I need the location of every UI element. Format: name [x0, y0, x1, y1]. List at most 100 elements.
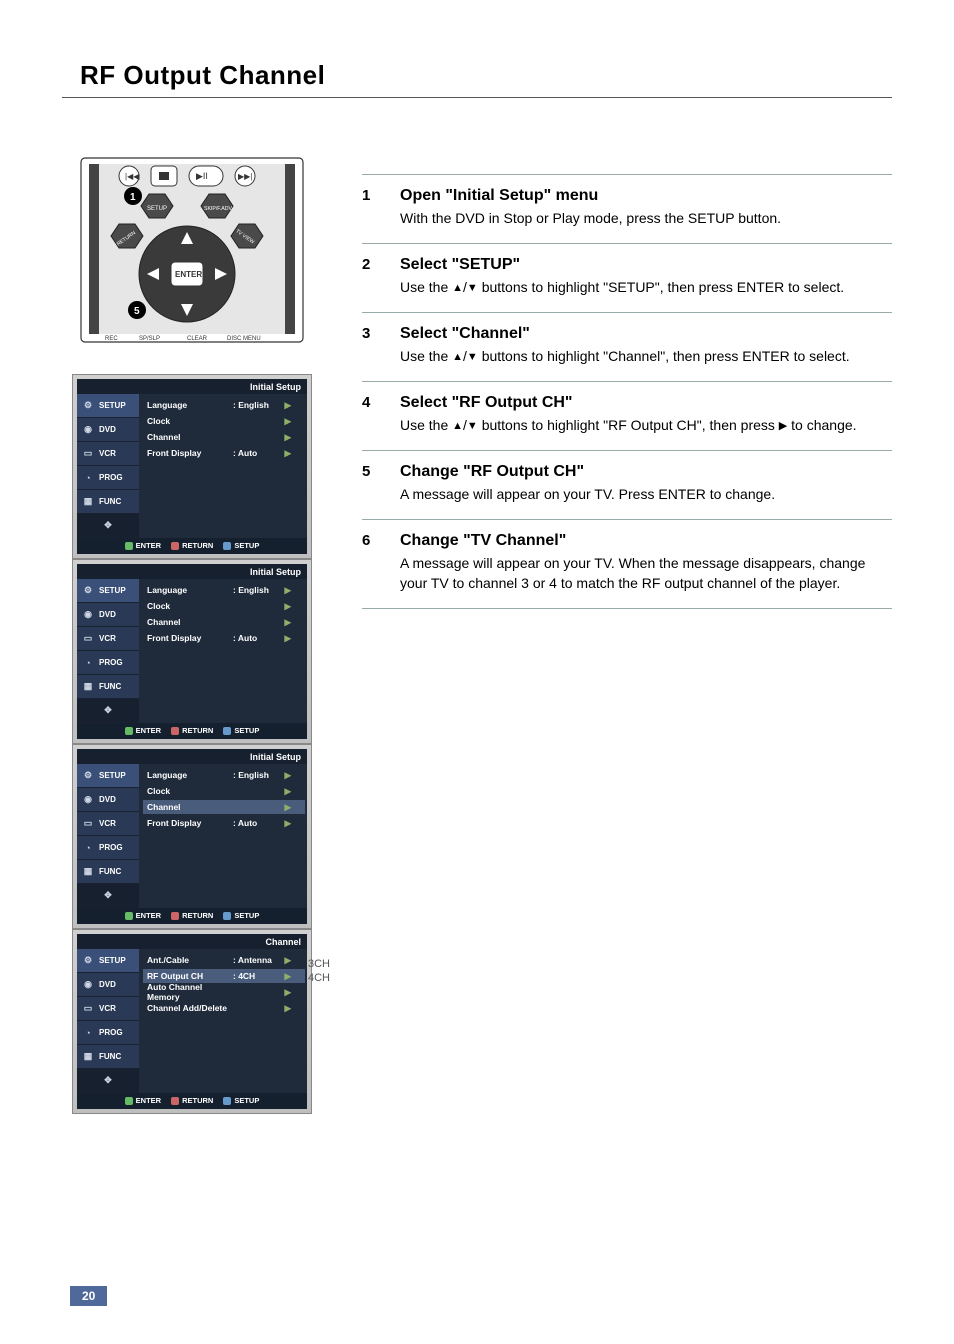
osd-tab-func: ▦FUNC — [77, 675, 139, 699]
osd-footer-return: RETURN — [171, 726, 213, 735]
step-number: 2 — [362, 254, 380, 298]
osd-row: Language: English▶ — [147, 583, 301, 597]
osd-tab-icon: ◔ — [81, 841, 95, 855]
chevron-right-icon: ▶ — [281, 585, 291, 596]
osd-tab-dvd: ◉DVD — [77, 418, 139, 442]
osd-footer-return: RETURN — [171, 911, 213, 920]
step-number: 3 — [362, 323, 380, 367]
osd-footer: ENTER RETURN SETUP — [77, 908, 307, 924]
step: 1Open "Initial Setup" menuWith the DVD i… — [362, 174, 892, 243]
osd-row-label: Clock — [147, 416, 233, 426]
osd-footer-setup-label: SETUP — [234, 1096, 259, 1105]
osd-footer-enter-icon — [125, 912, 133, 920]
osd-row-label: Clock — [147, 786, 233, 796]
step-number: 5 — [362, 461, 380, 505]
chevron-right-icon: ▶ — [281, 802, 291, 813]
step-body: Open "Initial Setup" menuWith the DVD in… — [400, 185, 892, 229]
step-body: Select "Channel"Use the ▲/▼ buttons to h… — [400, 323, 892, 367]
osd-tab-icon: ◉ — [81, 423, 95, 437]
osd-tab-icon: ⚙ — [81, 584, 95, 598]
osd-tab-icon: ▭ — [81, 1002, 95, 1016]
osd-footer-setup-icon — [223, 727, 231, 735]
step-text: Use the ▲/▼ buttons to highlight "RF Out… — [400, 416, 892, 436]
chevron-right-icon: ▶ — [281, 770, 291, 781]
osd-tab-label: SETUP — [99, 771, 126, 780]
osd-footer: ENTERRETURNSETUP — [77, 1093, 307, 1109]
osd-tab-label: VCR — [99, 634, 116, 643]
osd-footer: ENTERRETURNSETUP — [77, 723, 307, 739]
osd-tab-vcr: ▭VCR — [77, 812, 139, 836]
osd-footer-return-icon — [171, 1097, 179, 1105]
step-heading: Change "RF Output CH" — [400, 461, 892, 483]
move-icon: ✥ — [101, 519, 115, 533]
step-body: Select "RF Output CH"Use the ▲/▼ buttons… — [400, 392, 892, 436]
step-heading: Select "SETUP" — [400, 254, 892, 276]
rf-channel-option: 4CH — [308, 971, 330, 985]
osd-footer-enter-label: ENTER — [136, 911, 161, 920]
osd-row-value: : Auto — [233, 448, 281, 458]
osd-row-label: Front Display — [147, 818, 233, 828]
osd-tab-label: DVD — [99, 610, 116, 619]
step: 2Select "SETUP"Use the ▲/▼ buttons to hi… — [362, 243, 892, 312]
chevron-right-icon: ▶ — [281, 1003, 291, 1014]
osd-tab-label: FUNC — [99, 497, 121, 506]
osd-tab-setup: ⚙SETUP — [77, 394, 139, 418]
play-pause-icon: ▶II — [196, 171, 208, 181]
osd-row-label: Clock — [147, 601, 233, 611]
move-icon: ✥ — [101, 1074, 115, 1088]
step: 5Change "RF Output CH"A message will app… — [362, 450, 892, 519]
prev-icon: |◀◀ — [125, 172, 140, 181]
osd-row: RF Output CH: 4CH▶ — [143, 969, 305, 983]
osd-footer-return-icon — [171, 727, 179, 735]
osd-tab-setup: ⚙SETUP — [77, 764, 139, 788]
chevron-right-icon: ▶ — [281, 400, 291, 411]
osd-tab-icon: ▭ — [81, 447, 95, 461]
osd-footer-return-label: RETURN — [182, 541, 213, 550]
osd-tab-icon: ▦ — [81, 865, 95, 879]
chevron-right-icon: ▶ — [281, 601, 291, 612]
osd-row: Channel▶ — [147, 430, 301, 444]
osd-tab-label: DVD — [99, 980, 116, 989]
up-triangle-icon: ▲ — [452, 419, 463, 434]
osd-tab-label: PROG — [99, 473, 123, 482]
osd-header: Initial Setup — [77, 379, 307, 394]
osd-header: Initial Setup — [77, 749, 307, 764]
osd-tab-icon: ⚙ — [81, 954, 95, 968]
osd-row-label: Channel — [147, 432, 233, 442]
step-heading: Select "Channel" — [400, 323, 892, 345]
osd-tab-func: ▦FUNC — [77, 1045, 139, 1069]
osd-tab-label: FUNC — [99, 1052, 121, 1061]
rf-channel-options: 3CH4CH — [308, 957, 330, 985]
osd-tab-label: VCR — [99, 819, 116, 828]
osd-tab-icon: ◔ — [81, 1026, 95, 1040]
osd-tab-setup: ⚙ SETUP — [77, 579, 139, 603]
osd-tab-label: PROG — [99, 843, 123, 852]
chevron-right-icon: ▶ — [281, 971, 291, 982]
osd-row: Language: English▶ — [147, 398, 301, 412]
step-heading: Select "RF Output CH" — [400, 392, 892, 414]
step: 4Select "RF Output CH"Use the ▲/▼ button… — [362, 381, 892, 450]
osd-footer-enter: ENTER — [125, 911, 161, 920]
osd-tab-label: VCR — [99, 1004, 116, 1013]
osd-footer-enter-icon — [125, 727, 133, 735]
chevron-right-icon: ▶ — [281, 633, 291, 644]
step-body: Change "TV Channel"A message will appear… — [400, 530, 892, 594]
osd-tab-prog: ◔PROG — [77, 651, 139, 675]
spslp-label: SP/SLP — [139, 336, 160, 342]
osd-tab-dvd: ◉DVD — [77, 973, 139, 997]
osd-footer-setup: SETUP — [223, 911, 259, 920]
osd-footer-return-icon — [171, 542, 179, 550]
left-column: |◀◀ ▶II ▶▶| SETUP SKIP/F.ADV RETURN TV V… — [62, 154, 322, 1114]
osd-footer-enter-label: ENTER — [136, 726, 161, 735]
osd-row-label: Language — [147, 770, 233, 780]
osd-tab-move: ✥ — [77, 1069, 139, 1093]
rec-label: REC — [105, 336, 118, 342]
rf-channel-option: 3CH — [308, 957, 330, 971]
osd-row-label: Language — [147, 585, 233, 595]
osd-tab-label: SETUP — [99, 586, 126, 595]
osd-row-value: : Auto — [233, 633, 281, 643]
osd-panel: Initial Setup⚙SETUP◉DVD▭VCR◔PROG▦FUNC✥La… — [72, 559, 312, 744]
chevron-right-icon: ▶ — [281, 617, 291, 628]
steps-bottom-rule — [362, 608, 892, 609]
step-number: 6 — [362, 530, 380, 594]
